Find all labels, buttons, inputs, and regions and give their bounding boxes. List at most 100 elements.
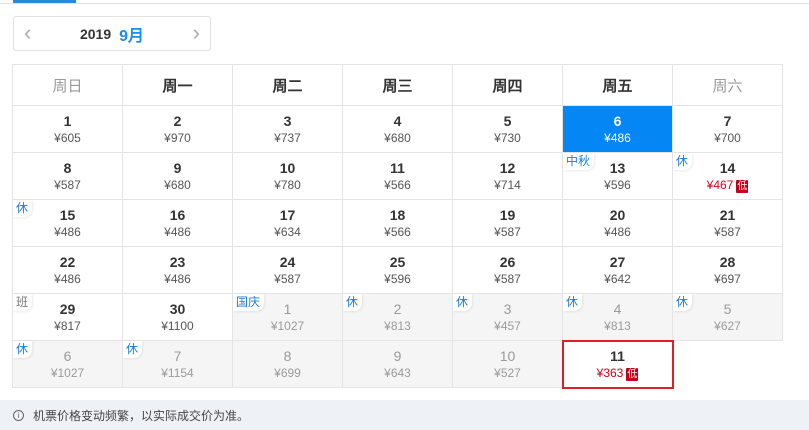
day-number: 20 [609,206,626,223]
low-price-badge: 低 [736,179,749,193]
weekday-3: 周三 [342,64,453,106]
day-cell[interactable]: 19 ¥587 [452,199,563,247]
day-number: 11 [610,347,625,364]
day-cell[interactable]: 12 ¥714 [452,152,563,200]
day-price: ¥680 [384,130,411,145]
day-cell[interactable]: 11 ¥363 低 [561,339,674,389]
weekday-6: 周六 [672,64,783,106]
weekday-0: 周日 [12,64,123,106]
day-price: ¥486 [604,224,631,239]
day-cell[interactable]: 休 7 ¥1154 [122,340,233,388]
holiday-tag: 休 [563,294,583,311]
day-price: ¥587 [494,271,521,286]
week-row: 8 ¥587 9 ¥680 10 ¥780 11 ¥566 12 ¥714 中秋 13 ¥596 休 14 ¥… [12,152,783,200]
day-cell[interactable]: 1 ¥605 [12,105,123,153]
day-number: 19 [499,206,516,223]
day-price: ¥486 [54,271,81,286]
day-cell[interactable]: 8 ¥699 [232,340,343,388]
weekday-header: 周日 周一 周二 周三 周四 周五 周六 [12,64,783,106]
day-cell[interactable]: 9 ¥643 [342,340,453,388]
day-price: ¥587 [494,224,521,239]
day-price: ¥730 [494,130,521,145]
holiday-tag: 休 [123,341,143,358]
day-price: ¥634 [274,224,301,239]
day-cell[interactable]: 休 3 ¥457 [452,293,563,341]
day-price: ¥680 [164,177,191,192]
day-cell[interactable]: 21 ¥587 [672,199,783,247]
day-cell[interactable]: 4 ¥680 [342,105,453,153]
day-number: 30 [169,300,186,317]
day-price: ¥700 [714,130,741,145]
day-number: 21 [719,206,736,223]
day-cell[interactable]: 20 ¥486 [562,199,673,247]
day-cell[interactable]: 27 ¥642 [562,246,673,294]
day-price: ¥714 [494,177,521,192]
day-price: ¥363 [596,365,624,380]
week-row: 1 ¥605 2 ¥970 3 ¥737 4 ¥680 5 ¥730 6 ¥486 7 ¥700 [12,105,783,153]
day-price: ¥737 [274,130,301,145]
day-cell[interactable]: 26 ¥587 [452,246,563,294]
day-cell[interactable]: 班 29 ¥817 [12,293,123,341]
day-price: ¥970 [164,130,191,145]
day-number: 8 [63,159,72,176]
day-cell[interactable]: 7 ¥700 [672,105,783,153]
day-cell[interactable]: 休 4 ¥813 [562,293,673,341]
day-cell[interactable]: 2 ¥970 [122,105,233,153]
holiday-tag: 休 [673,294,693,311]
year-label: 2019 [79,25,112,42]
day-cell[interactable]: 30 ¥1100 [122,293,233,341]
day-cell[interactable]: 28 ¥697 [672,246,783,294]
holiday-tag: 国庆 [233,294,265,311]
day-cell[interactable]: 6 ¥486 [562,105,673,153]
day-price: ¥527 [494,365,521,380]
day-price: ¥486 [164,224,191,239]
tab-divider [0,3,809,4]
weekday-2: 周二 [232,64,343,106]
day-price: ¥486 [604,130,631,145]
day-cell[interactable]: 16 ¥486 [122,199,233,247]
day-price: ¥587 [714,224,741,239]
day-cell[interactable]: 25 ¥596 [342,246,453,294]
day-cell[interactable]: 23 ¥486 [122,246,233,294]
day-number: 2 [173,112,182,129]
day-cell[interactable]: 24 ¥587 [232,246,343,294]
day-cell[interactable]: 18 ¥566 [342,199,453,247]
day-cell[interactable]: 5 ¥730 [452,105,563,153]
day-cell[interactable]: 休 14 ¥467 低 [672,152,783,200]
day-cell[interactable]: 国庆 1 ¥1027 [232,293,343,341]
day-cell[interactable]: 10 ¥527 [452,340,563,388]
day-cell[interactable]: 9 ¥680 [122,152,233,200]
day-price: ¥780 [274,177,301,192]
chevron-right-icon[interactable]: › [193,22,200,44]
day-number: 1 [63,112,72,129]
day-cell[interactable]: 10 ¥780 [232,152,343,200]
day-number: 9 [173,159,182,176]
day-price: ¥587 [274,271,301,286]
chevron-left-icon[interactable]: ‹ [24,22,31,44]
day-cell[interactable]: 11 ¥566 [342,152,453,200]
day-cell[interactable]: 17 ¥634 [232,199,343,247]
day-cell[interactable]: 中秋 13 ¥596 [562,152,673,200]
day-price: ¥587 [54,177,81,192]
holiday-tag: 休 [453,294,473,311]
day-number: 16 [169,206,186,223]
day-number: 22 [59,253,76,270]
day-cell[interactable]: 8 ¥587 [12,152,123,200]
holiday-tag: 休 [13,200,33,217]
day-cell[interactable]: 休 2 ¥813 [342,293,453,341]
day-cell[interactable]: 休 5 ¥627 [672,293,783,341]
day-price: ¥596 [604,177,631,192]
day-number: 12 [499,159,516,176]
day-number: 8 [283,347,292,364]
day-price: ¥596 [384,271,411,286]
day-price: ¥643 [384,365,411,380]
day-cell[interactable]: 22 ¥486 [12,246,123,294]
day-cell[interactable]: 休 15 ¥486 [12,199,123,247]
info-icon: i [13,409,24,421]
holiday-tag: 班 [13,294,33,311]
month-label[interactable]: 9月 [119,22,144,46]
day-cell[interactable]: 休 6 ¥1027 [12,340,123,388]
day-cell[interactable]: 3 ¥737 [232,105,343,153]
weekday-5: 周五 [562,64,673,106]
day-price: ¥486 [54,224,81,239]
